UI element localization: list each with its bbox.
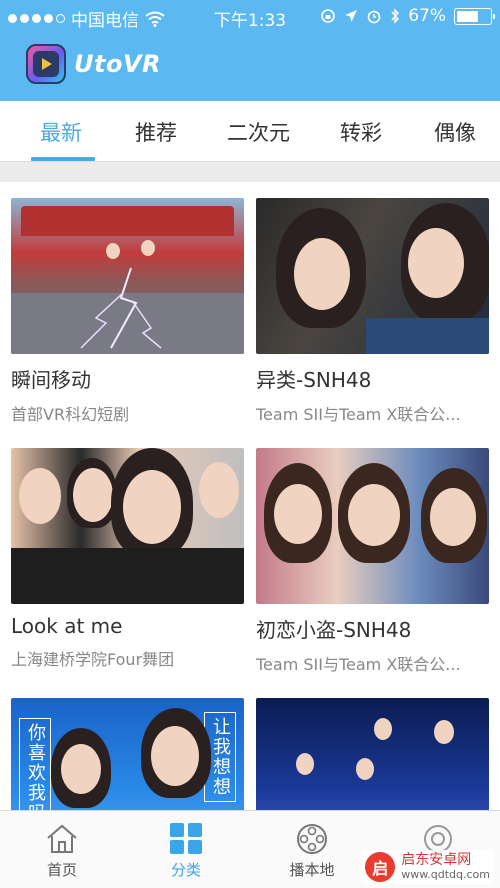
video-card[interactable]: 你喜欢我吗 让我想想: [11, 698, 244, 810]
tab-indicator: [31, 157, 95, 161]
tab-recommended[interactable]: 推荐: [135, 117, 177, 147]
video-title[interactable]: Look at me: [11, 614, 244, 638]
video-thumbnail[interactable]: [256, 698, 489, 810]
category-tabs: 最新 推荐 二次元 转彩 偶像: [0, 101, 500, 162]
video-grid: 瞬间移动 首部VR科幻短剧 异类-SNH48 Team SII与Team X联合…: [0, 182, 500, 810]
divider-band: [0, 162, 500, 182]
video-title[interactable]: 异类-SNH48: [256, 364, 489, 393]
tab-anime[interactable]: 二次元: [227, 117, 290, 147]
video-thumbnail[interactable]: [256, 198, 489, 354]
watermark-url: www.qdtdq.com: [401, 867, 490, 881]
video-subtitle: Team SII与Team X联合公...: [256, 655, 461, 674]
thumbnail-caption-left: 你喜欢我吗: [19, 718, 51, 810]
video-thumbnail[interactable]: [11, 198, 244, 354]
video-card[interactable]: [256, 698, 489, 810]
tab-idol[interactable]: 偶像: [434, 117, 476, 147]
brand: UtoVR: [26, 44, 161, 84]
watermark-logo: 启: [365, 852, 396, 882]
video-title[interactable]: 瞬间移动: [11, 364, 244, 393]
status-bar: 中国电信 下午1:33 67%: [0, 0, 500, 32]
app-header: 中国电信 下午1:33 67% UtoVR: [0, 0, 500, 101]
bluetooth-icon: [391, 8, 400, 24]
tab-turncolor[interactable]: 转彩: [340, 117, 382, 147]
watermark-text: 启东安卓网: [401, 852, 472, 869]
video-subtitle: Team SII与Team X联合公...: [256, 405, 461, 424]
app-name: UtoVR: [74, 50, 162, 78]
nav-local-play[interactable]: 播本地: [272, 823, 352, 880]
video-card[interactable]: 异类-SNH48 Team SII与Team X联合公...: [256, 198, 489, 425]
video-title[interactable]: 初恋小盗-SNH48: [256, 614, 489, 643]
video-subtitle: 上海建桥学院Four舞团: [11, 650, 175, 669]
nav-local-play-label: 播本地: [289, 861, 335, 879]
video-card[interactable]: 瞬间移动 首部VR科幻短剧: [11, 198, 244, 425]
video-thumbnail[interactable]: [256, 448, 489, 604]
nav-home-label: 首页: [46, 861, 77, 879]
tab-latest[interactable]: 最新: [40, 117, 82, 147]
nav-category-label: 分类: [170, 861, 201, 879]
video-thumbnail[interactable]: [11, 448, 244, 604]
bottom-navigation: 首页 分类 播本地 启 启东安卓网 www.qdtdq.com: [0, 810, 500, 888]
home-icon: [47, 824, 77, 853]
battery-icon: [454, 7, 495, 25]
app-logo: [26, 44, 66, 84]
video-card[interactable]: Look at me 上海建桥学院Four舞团: [11, 448, 244, 670]
watermark: 启 启东安卓网 www.qdtdq.com: [361, 850, 494, 884]
video-thumbnail[interactable]: 你喜欢我吗 让我想想: [11, 698, 244, 810]
video-card[interactable]: 初恋小盗-SNH48 Team SII与Team X联合公...: [256, 448, 489, 675]
grid-icon: [170, 823, 202, 854]
nav-home[interactable]: 首页: [22, 823, 102, 880]
alarm-icon: [367, 10, 381, 24]
battery-percent: 67%: [408, 6, 446, 26]
nav-category[interactable]: 分类: [146, 823, 226, 880]
rotation-lock-icon: [321, 9, 336, 23]
film-reel-icon: [297, 824, 327, 854]
video-subtitle: 首部VR科幻短剧: [11, 405, 130, 424]
status-right: 67%: [320, 6, 495, 26]
location-icon: [345, 10, 358, 22]
